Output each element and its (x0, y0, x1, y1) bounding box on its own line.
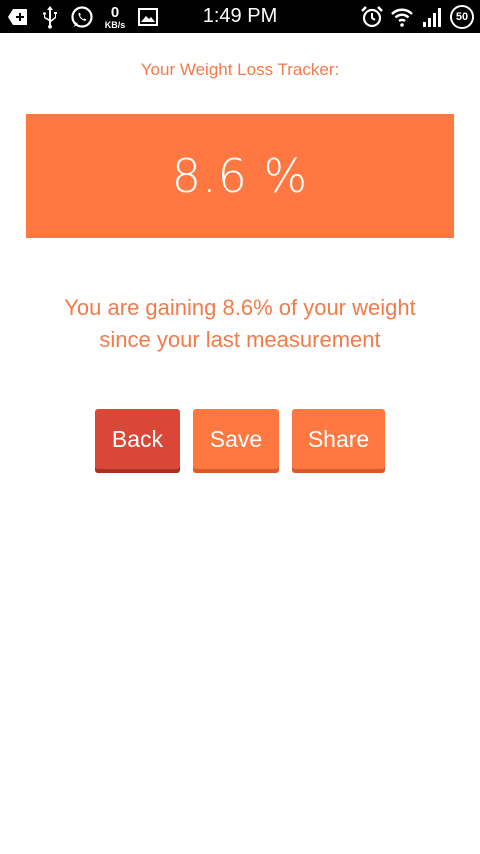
page-title: Your Weight Loss Tracker: (140, 60, 340, 79)
save-button[interactable]: Save (193, 409, 279, 469)
battery-icon: 50 (450, 5, 474, 29)
weight-change-message: You are gaining 8.6% of your weight sinc… (30, 292, 450, 356)
message-line-1: You are gaining 8.6% of your weight (64, 295, 416, 320)
action-buttons: Back Save Share (0, 409, 480, 473)
alarm-icon (360, 5, 384, 29)
battery-level: 50 (455, 11, 469, 23)
status-bar: 0 KB/s 1:49 PM 50 (0, 0, 480, 33)
wifi-icon (390, 5, 414, 29)
share-button[interactable]: Share (292, 409, 385, 469)
status-bar-system: 50 (360, 3, 474, 31)
weight-change-percent: 8.6 % (171, 149, 309, 203)
message-line-2: since your last measurement (99, 327, 381, 352)
back-button[interactable]: Back (95, 409, 180, 469)
weight-change-panel: 8.6 % (26, 114, 454, 238)
signal-icon (420, 5, 444, 29)
